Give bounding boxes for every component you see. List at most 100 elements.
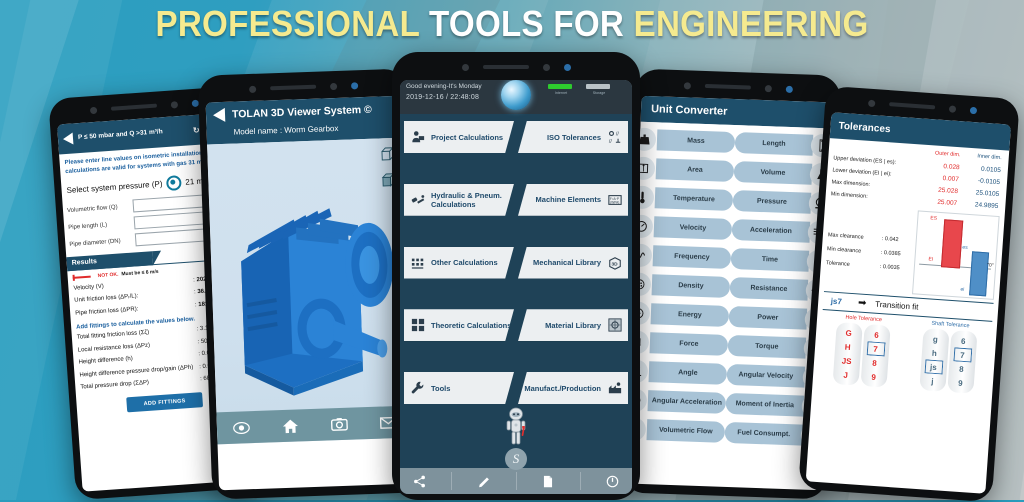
converter-label: Force	[650, 332, 729, 356]
indicator-label: Internet	[555, 91, 567, 95]
app-logo-s[interactable]: S	[505, 448, 527, 470]
converter-item-angular-acceleration[interactable]: Angular Acceleration	[631, 389, 726, 415]
warning-text: Must be ≤ 6 m/s	[121, 269, 159, 278]
hole-tolerance-picker: Hole Tolerance G H JS J 6 7 8 9	[817, 313, 907, 389]
speaker-grille	[704, 84, 750, 90]
shaft-letter-column[interactable]: g h js j	[919, 328, 949, 392]
back-arrow-icon[interactable]	[63, 132, 74, 145]
value-num: : 0.0035	[880, 264, 914, 272]
worm-gearbox-model	[216, 177, 415, 424]
viewer-toolbar	[216, 406, 413, 445]
menu-item-machine-elements[interactable]: Machine Elements F=A·P(WPA)	[518, 184, 628, 216]
value-number: 0.042	[885, 236, 899, 243]
converter-label: Angular Velocity	[726, 364, 805, 388]
wrench-icon	[410, 381, 425, 396]
radio-icon[interactable]	[166, 175, 182, 191]
camera-icon[interactable]	[331, 417, 348, 432]
phone-notch	[400, 56, 632, 78]
converter-item-volume[interactable]: Volume	[734, 160, 834, 186]
model-canvas[interactable]	[207, 138, 413, 445]
greeting-text: Good evening-It's Monday	[406, 83, 482, 90]
viewer-title: TOLAN 3D Viewer System ©	[232, 104, 372, 121]
menu-item-material-library[interactable]: Material Library	[518, 309, 628, 341]
nav-divider	[580, 472, 581, 490]
converter-item-force[interactable]: Force	[634, 331, 729, 357]
menu-item-label: Project Calculations	[431, 133, 503, 142]
3d-cube-icon: 3D	[607, 255, 622, 270]
page-title: PROFESSIONAL TOOLS FOR ENGINEERING	[41, 4, 983, 44]
converter-label: Angle	[649, 361, 728, 385]
menu-item-theoretic-calculations[interactable]: Theoretic Calculations	[404, 309, 514, 341]
value-key: Tolerance	[826, 260, 880, 270]
converter-item-velocity[interactable]: Velocity	[638, 215, 733, 241]
converter-item-temperature[interactable]: Temperature	[639, 186, 734, 212]
sensor-dot-icon	[948, 105, 955, 112]
pencil-icon[interactable]	[478, 475, 491, 488]
converter-label: Power	[728, 306, 807, 330]
led-dot-icon	[969, 106, 976, 113]
status-bar: Good evening-It's Monday 2019-12-16 / 22…	[400, 80, 632, 114]
add-fittings-button[interactable]: ADD FITTINGS	[126, 392, 203, 412]
converter-label: Energy	[651, 303, 730, 327]
converter-item-area[interactable]: Area	[640, 157, 735, 183]
viewer-header: TOLAN 3D Viewer System © Model name : Wo…	[206, 96, 403, 145]
value-num: : 0.0385	[881, 250, 915, 258]
eye-icon[interactable]	[233, 421, 250, 435]
project-icon	[410, 130, 425, 145]
shaft-letter-option[interactable]: j	[919, 373, 946, 389]
converter-item-length[interactable]: Length	[735, 131, 834, 157]
menu-item-tools[interactable]: Tools	[404, 372, 514, 404]
hole-letter-column[interactable]: G H JS J	[832, 322, 862, 386]
menu-item-project-calculations[interactable]: Project Calculations	[404, 121, 514, 153]
converter-label: Mass	[657, 129, 736, 153]
power-icon[interactable]	[606, 475, 619, 488]
menu-item-label: Theoretic Calculations	[431, 321, 511, 330]
converter-label: Volumetric Flow	[646, 419, 725, 443]
menu-item-iso-tolerances[interactable]: ISO Tolerances ////	[518, 121, 628, 153]
inner-value: 24.9895	[962, 198, 1001, 213]
converter-item-volumetric-flow[interactable]: Volumetric Flow	[630, 418, 725, 444]
converter-label: Length	[735, 132, 814, 156]
menu-item-label: Manufact./Production	[524, 384, 601, 393]
hole-letter-option[interactable]: J	[832, 367, 859, 383]
hole-grade-option[interactable]: 9	[860, 369, 887, 385]
sensor-dot-icon	[543, 64, 550, 71]
fit-type-text: Transition fit	[875, 300, 919, 312]
hole-grade-column[interactable]: 6 7 8 9	[860, 324, 890, 388]
converter-label: Fuel Consumpt.	[724, 422, 803, 446]
converter-item-angle[interactable]: Angle	[632, 360, 727, 386]
share-icon[interactable]	[413, 475, 426, 488]
shaft-grade-column[interactable]: 6 7 8 9	[947, 330, 977, 394]
value-number: 0.0035	[883, 264, 900, 271]
production-icon	[607, 381, 622, 396]
speaker-grille	[889, 102, 935, 109]
warning-status: NOT OK.	[97, 272, 118, 279]
converter-item-energy[interactable]: Energy	[635, 302, 730, 328]
camera-dot-icon	[249, 85, 256, 92]
menu-item-hydraulic-pneumatic[interactable]: Hydraulic & Pneum. Calculations	[404, 184, 514, 216]
speaker-grille	[483, 65, 529, 69]
status-indicator-internet: Internet	[548, 84, 574, 95]
menu-item-other-calculations[interactable]: Other Calculations	[404, 247, 514, 279]
led-dot-icon	[191, 99, 198, 106]
converter-item-frequency[interactable]: Frequency	[637, 244, 732, 270]
viewer-title-row: TOLAN 3D Viewer System ©	[213, 102, 395, 122]
shaft-columns: g h js j 6 7 8 9	[903, 327, 992, 395]
phone-main-menu: Good evening-It's Monday 2019-12-16 / 22…	[392, 52, 640, 500]
tolerance-pickers: Hole Tolerance G H JS J 6 7 8 9	[813, 310, 998, 395]
document-icon[interactable]	[542, 475, 554, 488]
shaft-grade-option[interactable]: 9	[947, 375, 974, 391]
back-arrow-icon[interactable]	[213, 108, 225, 122]
menu-item-manufacturing-production[interactable]: Manufact./Production	[518, 372, 628, 404]
model-name-label: Model name : Worm Gearbox	[233, 122, 395, 137]
home-icon[interactable]	[282, 418, 300, 434]
fit-code: js7	[823, 296, 850, 307]
phone2-screen: TOLAN 3D Viewer System © Model name : Wo…	[206, 96, 415, 491]
converter-item-density[interactable]: Density	[636, 273, 731, 299]
bottom-nav	[400, 468, 632, 494]
converter-item-mass[interactable]: Mass	[641, 128, 736, 154]
app-orb-logo[interactable]	[501, 80, 531, 110]
menu-item-mechanical-library[interactable]: Mechanical Library 3D	[518, 247, 628, 279]
converter-row: Volumetric Flow Fuel Consumpt.	[629, 415, 822, 451]
other-calc-icon	[410, 255, 425, 270]
